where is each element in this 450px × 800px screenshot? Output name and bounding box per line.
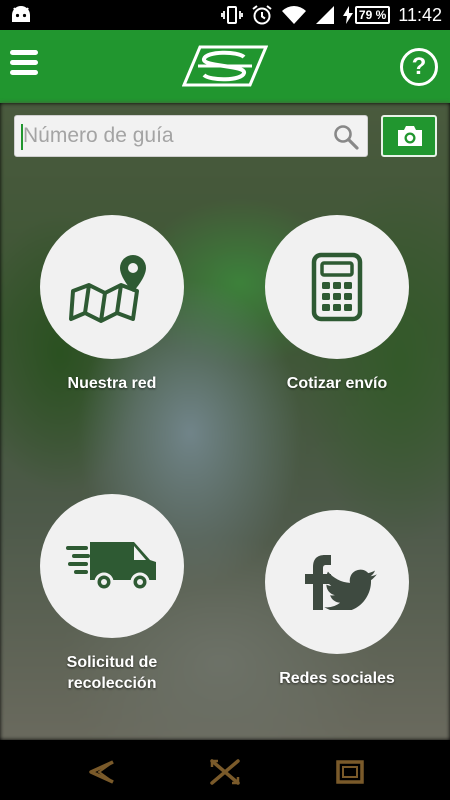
menu-icon[interactable]: [10, 50, 40, 80]
navigation-bar: [0, 740, 450, 800]
back-icon[interactable]: [85, 758, 119, 786]
status-bar: 79 % 11:42: [0, 0, 450, 30]
tile-solicitud-recoleccion[interactable]: Solicitud de recolección: [22, 494, 202, 694]
app-bar: ?: [0, 30, 450, 103]
wifi-icon: [281, 6, 306, 24]
tile-label: Cotizar envío: [286, 375, 388, 392]
tile-label: Redes sociales: [279, 670, 395, 687]
delivery-truck-icon: [66, 542, 156, 592]
recent-apps-icon[interactable]: [333, 758, 367, 786]
help-button[interactable]: ?: [400, 48, 438, 86]
battery-percent: 79 %: [354, 6, 391, 24]
status-time: 11:42: [398, 4, 442, 25]
tile-label: Nuestra red: [67, 375, 157, 392]
tile-circle[interactable]: [40, 215, 184, 359]
company-logo: [182, 45, 268, 87]
search-box[interactable]: [14, 115, 368, 157]
tile-label: Solicitud de recolección: [66, 654, 158, 692]
tile-circle[interactable]: [265, 510, 409, 654]
search-icon[interactable]: [333, 124, 359, 150]
signal-icon: [315, 6, 334, 24]
camera-button[interactable]: [381, 115, 437, 157]
calculator-icon: [311, 252, 363, 322]
social-media-icon: [305, 555, 377, 610]
tile-cotizar-envio[interactable]: Cotizar envío: [247, 215, 427, 394]
tile-circle[interactable]: [265, 215, 409, 359]
charging-icon: [342, 6, 353, 24]
tile-circle[interactable]: [40, 494, 184, 638]
battery-indicator: 79 %: [342, 6, 391, 24]
facebook-icon: [305, 555, 331, 610]
vibrate-icon: [221, 6, 243, 24]
map-pin-icon: [69, 255, 146, 323]
tracking-number-input[interactable]: [23, 118, 333, 154]
tile-redes-sociales[interactable]: Redes sociales: [247, 510, 427, 689]
android-notification-icon: [12, 6, 30, 22]
camera-icon: [398, 126, 422, 146]
twitter-icon: [324, 569, 377, 610]
alarm-icon: [252, 5, 272, 25]
tile-nuestra-red[interactable]: Nuestra red: [22, 215, 202, 394]
home-icon[interactable]: [208, 758, 242, 786]
